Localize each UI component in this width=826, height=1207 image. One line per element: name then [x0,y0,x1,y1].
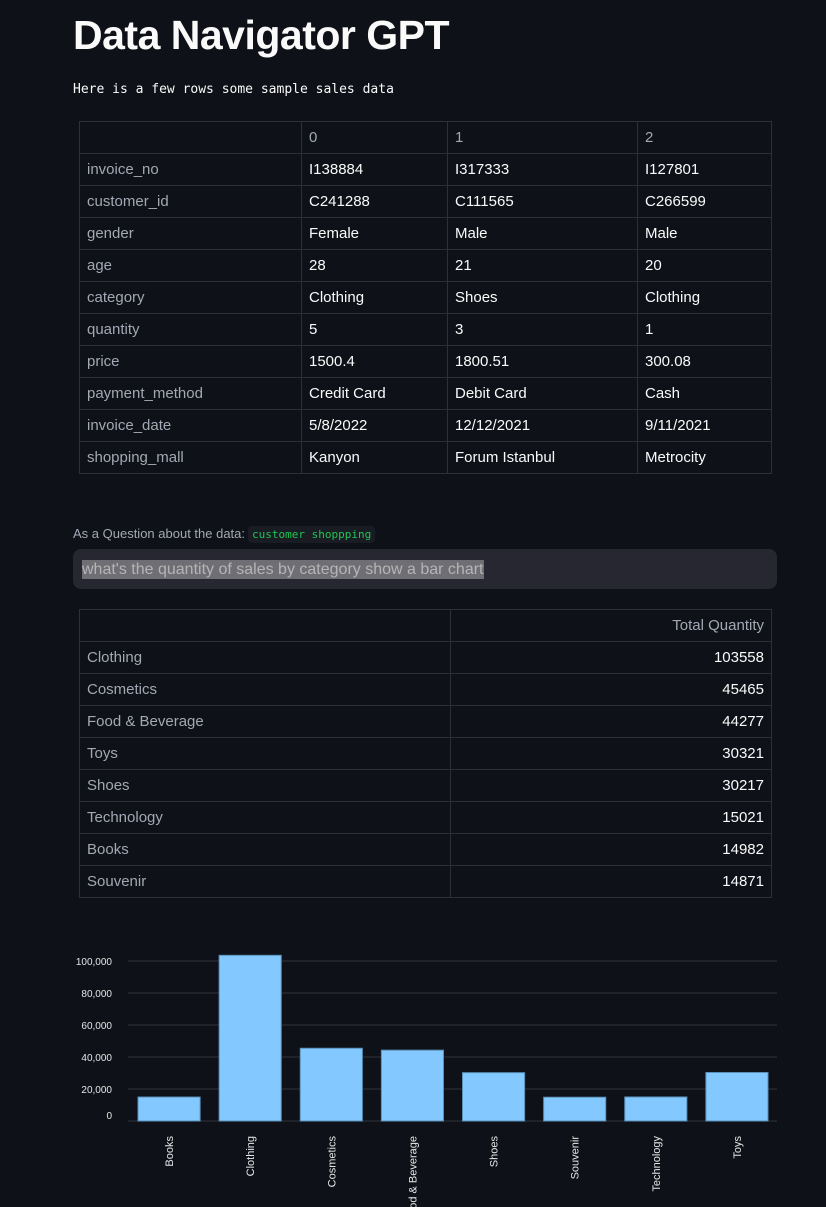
y-tick-label: 60,000 [81,1021,112,1032]
x-tick-label: Shoes [489,1136,501,1168]
bar [705,1071,769,1122]
x-tick-label: Souvenir [570,1136,582,1180]
bar-chart: 0 20,000 40,000 60,000 80,000 100,000 Books Clo… [76,954,777,1207]
x-tick-label: Food & Beverage [407,1136,419,1207]
x-tick-label: Clothing [245,1136,257,1176]
x-tick-label: Cosmetics [326,1136,338,1188]
bar [543,1096,607,1122]
x-tick-label: Technology [651,1136,663,1192]
bar [462,1072,526,1122]
bar [218,954,282,1122]
x-tick-label: Toys [732,1136,744,1159]
bar [624,1096,688,1122]
y-tick-label: 100,000 [76,957,113,968]
y-tick-label: 20,000 [81,1085,112,1096]
bar [380,1049,444,1122]
x-tick-label: Books [164,1136,176,1167]
y-tick-label: 0 [106,1111,112,1122]
y-tick-label: 80,000 [81,989,112,1000]
y-tick-label: 40,000 [81,1053,112,1064]
bar [137,1096,201,1122]
bar [299,1047,363,1122]
